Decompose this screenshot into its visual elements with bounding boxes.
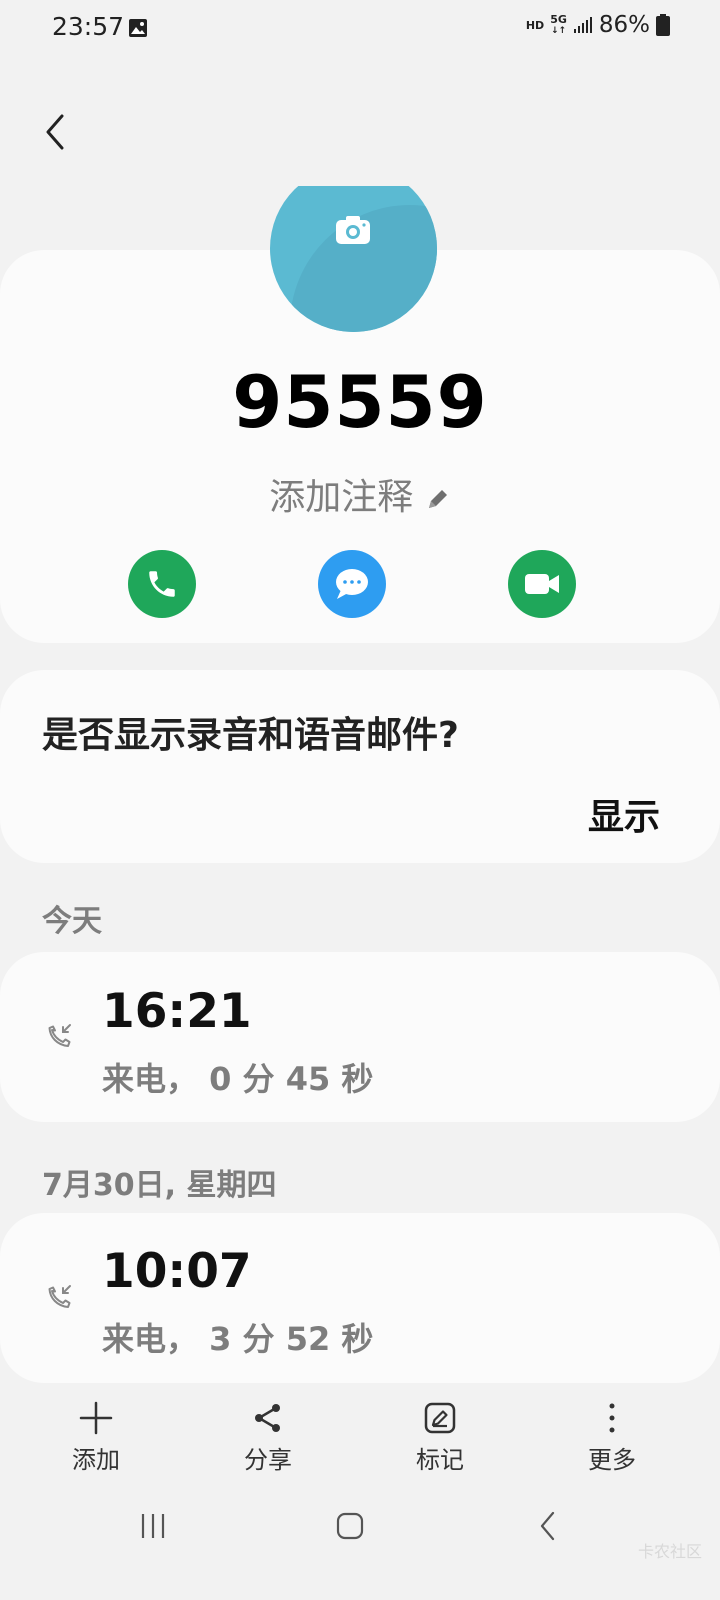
avatar[interactable] (270, 165, 437, 332)
back-button[interactable] (38, 110, 78, 154)
battery-icon (656, 14, 670, 36)
home-icon[interactable] (336, 1512, 364, 1540)
voicemail-question: 是否显示录音和语音邮件? (42, 715, 459, 756)
plus-icon (79, 1401, 113, 1435)
call-button[interactable] (128, 550, 196, 618)
gallery-notification-icon (129, 19, 147, 37)
call-time: 10:07 (102, 1244, 252, 1299)
show-button[interactable]: 显示 (588, 788, 660, 840)
signal-icon (573, 17, 592, 33)
add-button[interactable]: 添加 (36, 1392, 156, 1475)
share-icon (255, 1404, 280, 1432)
more-label: 更多 (588, 1446, 636, 1474)
message-button[interactable] (318, 550, 386, 618)
pencil-icon (428, 490, 447, 508)
camera-icon (336, 216, 370, 244)
section-label-today: 今天 (42, 904, 102, 939)
mark-button[interactable]: 标记 (380, 1392, 500, 1475)
video-camera-icon (525, 574, 559, 594)
more-vertical-icon (609, 1403, 615, 1433)
network-indicator: 5G↓↑ (550, 12, 567, 36)
add-note-button[interactable]: 添加注释 (0, 468, 720, 520)
call-detail: 来电， 0 分 45 秒 (102, 1060, 374, 1098)
system-nav-bar (0, 1500, 720, 1560)
mark-label: 标记 (416, 1446, 464, 1474)
hd-indicator: HD (525, 18, 545, 32)
call-detail: 来电， 3 分 52 秒 (102, 1320, 374, 1358)
recent-apps-icon[interactable] (138, 1512, 168, 1540)
bottom-action-bar: 添加 分享 标记 更多 (0, 1392, 720, 1492)
incoming-call-icon (48, 1024, 71, 1047)
more-button[interactable]: 更多 (552, 1392, 672, 1475)
video-call-button[interactable] (508, 550, 576, 618)
section-label-date: 7月30日, 星期四 (42, 1168, 277, 1203)
nav-back-icon[interactable] (536, 1510, 560, 1542)
add-label: 添加 (72, 1446, 120, 1474)
add-note-label: 添加注释 (269, 477, 414, 518)
edit-box-icon (424, 1402, 456, 1434)
call-time: 16:21 (102, 984, 252, 1039)
watermark: 卡农社区 (637, 1542, 702, 1561)
contact-number: 95559 (232, 360, 488, 444)
status-time: 23:57 (52, 12, 125, 41)
status-indicators: HD 5G↓↑ 86% (526, 12, 670, 38)
share-button[interactable]: 分享 (208, 1392, 328, 1475)
chat-bubble-icon (336, 569, 368, 599)
incoming-call-icon (48, 1285, 71, 1308)
phone-icon (149, 571, 175, 597)
share-label: 分享 (244, 1446, 292, 1474)
battery-percent: 86% (598, 12, 650, 38)
